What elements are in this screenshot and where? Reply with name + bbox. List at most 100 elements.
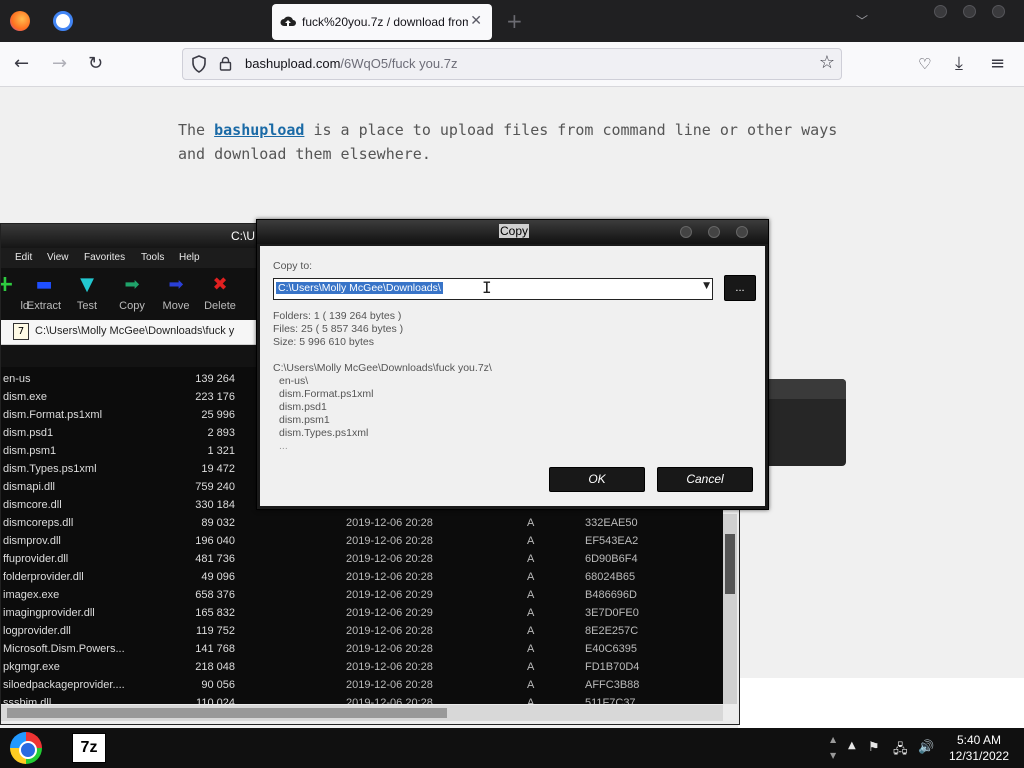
file-name: dismcore.dll bbox=[3, 499, 62, 511]
file-attributes: A bbox=[527, 517, 535, 529]
copy-to-path-value: C:\Users\Molly McGee\Downloads\ bbox=[276, 282, 443, 294]
file-attributes: A bbox=[527, 571, 535, 583]
move-button[interactable]: ➡ Move bbox=[152, 274, 200, 318]
file-size: 1 321 bbox=[207, 445, 235, 457]
taskbar: 7z ▲ ▼ ▲ ⚑ 🖧 🔊 5:40 AM 12/31/2022 bbox=[0, 728, 1024, 768]
copy-dialog-title: Copy bbox=[499, 224, 530, 238]
reload-icon[interactable]: ↻ bbox=[88, 53, 103, 74]
copy-button[interactable]: ➡ Copy bbox=[108, 274, 156, 318]
delete-button[interactable]: ✖ Delete bbox=[196, 274, 244, 318]
archive-icon: 7 bbox=[13, 323, 29, 340]
file-name: pkgmgr.exe bbox=[3, 661, 60, 673]
forward-icon[interactable]: → bbox=[52, 53, 67, 74]
file-attributes: A bbox=[527, 625, 535, 637]
table-row[interactable]: folderprovider.dll 49 096 2019-12-06 20:28… bbox=[1, 568, 723, 586]
horizontal-scroll-thumb[interactable] bbox=[7, 708, 447, 718]
file-name: dismprov.dll bbox=[3, 535, 61, 547]
url-text[interactable]: bashupload.com/6WqO5/fuck you.7z bbox=[245, 56, 457, 71]
menu-icon[interactable]: ≡ bbox=[990, 53, 1005, 74]
file-name: dism.psd1 bbox=[3, 427, 54, 439]
file-modified: 2019-12-06 20:29 bbox=[346, 589, 433, 601]
url-domain: bashupload.com bbox=[245, 56, 341, 71]
table-row[interactable]: Microsoft.Dism.Powers... 141 768 2019-12-0… bbox=[1, 640, 723, 658]
extract-button[interactable]: ▬ Extract bbox=[20, 274, 68, 318]
file-name: dism.psm1 bbox=[3, 445, 57, 457]
file-crc: FD1B70D4 bbox=[585, 661, 640, 673]
file-size: 19 472 bbox=[201, 463, 235, 475]
tab-close-icon[interactable]: ✕ bbox=[470, 13, 482, 29]
back-icon[interactable]: ← bbox=[14, 53, 29, 74]
firefox-icon[interactable] bbox=[10, 11, 30, 31]
vertical-scroll-thumb[interactable] bbox=[725, 534, 735, 594]
table-row[interactable]: siloedpackageprovider.... 90 056 2019-12-0… bbox=[1, 676, 723, 694]
page-description: The bashupload is a place to upload file… bbox=[178, 118, 858, 166]
page-white-area bbox=[738, 678, 1024, 728]
pocket-icon[interactable]: ♡ bbox=[918, 55, 931, 73]
window-maximize-button[interactable] bbox=[963, 5, 976, 18]
cancel-button[interactable]: Cancel bbox=[657, 467, 753, 492]
browse-button[interactable]: ... bbox=[724, 275, 756, 301]
menu-view[interactable]: View bbox=[47, 252, 69, 263]
menu-edit[interactable]: Edit bbox=[15, 252, 32, 263]
copy-dialog-titlebar[interactable]: Copy bbox=[257, 220, 768, 244]
dialog-minimize-button[interactable] bbox=[680, 226, 692, 238]
copy-to-path-input[interactable]: C:\Users\Molly McGee\Downloads\ ▼ bbox=[273, 278, 713, 300]
menu-tools[interactable]: Tools bbox=[141, 252, 164, 263]
file-modified: 2019-12-06 20:29 bbox=[346, 607, 433, 619]
file-name: dismapi.dll bbox=[3, 481, 55, 493]
dialog-maximize-button[interactable] bbox=[708, 226, 720, 238]
action-center-flag-icon[interactable]: ⚑ bbox=[868, 740, 880, 755]
file-attributes: A bbox=[527, 535, 535, 547]
file-modified: 2019-12-06 20:28 bbox=[346, 553, 433, 565]
lock-icon[interactable] bbox=[219, 56, 232, 71]
url-bar[interactable]: bashupload.com/6WqO5/fuck you.7z ☆ bbox=[182, 48, 842, 80]
table-row[interactable]: dismprov.dll 196 040 2019-12-06 20:28 A EF54… bbox=[1, 532, 723, 550]
menu-help[interactable]: Help bbox=[179, 252, 200, 263]
bashupload-link[interactable]: bashupload bbox=[214, 121, 304, 139]
table-row[interactable]: pkgmgr.exe 218 048 2019-12-06 20:28 A FD1B70… bbox=[1, 658, 723, 676]
file-size: 165 832 bbox=[195, 607, 235, 619]
file-size: 89 032 bbox=[201, 517, 235, 529]
shield-icon[interactable] bbox=[191, 55, 207, 73]
table-row[interactable]: sssbim.dll 110 024 2019-12-06 20:28 A 511F7C… bbox=[1, 694, 723, 704]
start-button[interactable] bbox=[6, 731, 48, 765]
file-size: 196 040 bbox=[195, 535, 235, 547]
downloads-icon[interactable]: ⤓ bbox=[955, 53, 963, 74]
file-size: 110 024 bbox=[196, 697, 235, 704]
file-name: dism.exe bbox=[3, 391, 48, 403]
table-row[interactable]: imagex.exe 658 376 2019-12-06 20:29 A B48669… bbox=[1, 586, 723, 604]
extract-label: Extract bbox=[26, 300, 62, 312]
7zip-taskbar-icon[interactable]: 7z bbox=[72, 733, 106, 763]
file-name: en-us bbox=[3, 373, 31, 385]
test-label: Test bbox=[76, 300, 98, 312]
menu-favorites[interactable]: Favorites bbox=[84, 252, 125, 263]
file-list-vertical-scrollbar[interactable] bbox=[723, 514, 737, 704]
bookmark-star-icon[interactable]: ☆ bbox=[819, 52, 835, 73]
google-icon[interactable] bbox=[53, 11, 73, 31]
ok-button[interactable]: OK bbox=[549, 467, 645, 492]
test-button[interactable]: ▼ Test bbox=[63, 274, 111, 318]
taskbar-clock[interactable]: 5:40 AM 12/31/2022 bbox=[942, 732, 1016, 764]
file-list-horizontal-scrollbar[interactable] bbox=[1, 705, 723, 721]
dialog-close-button[interactable] bbox=[736, 226, 748, 238]
table-row[interactable]: imagingprovider.dll 165 832 2019-12-06 20:… bbox=[1, 604, 723, 622]
browser-tab-active[interactable]: fuck%20you.7z / download from ✕ bbox=[272, 4, 492, 40]
taskbar-scroll-icon[interactable]: ▲ ▼ bbox=[830, 732, 838, 764]
tab-list-chevron-icon[interactable]: ﹀ bbox=[856, 12, 868, 29]
clock-time: 5:40 AM bbox=[956, 733, 1002, 747]
file-crc: 511F7C37 bbox=[585, 697, 636, 704]
dropdown-arrow-icon[interactable]: ▼ bbox=[703, 281, 710, 291]
move-icon: ➡ bbox=[168, 274, 184, 295]
table-row[interactable]: logprovider.dll 119 752 2019-12-06 20:28 A 8… bbox=[1, 622, 723, 640]
window-close-button[interactable] bbox=[992, 5, 1005, 18]
table-row[interactable]: ffuprovider.dll 481 736 2019-12-06 20:28 A 6… bbox=[1, 550, 723, 568]
clock-date: 12/31/2022 bbox=[948, 749, 1010, 763]
new-tab-button[interactable]: + bbox=[506, 9, 523, 33]
window-minimize-button[interactable] bbox=[934, 5, 947, 18]
network-icon[interactable]: 🖧 bbox=[893, 740, 908, 762]
file-attributes: A bbox=[527, 661, 535, 673]
show-hidden-icons-icon[interactable]: ▲ bbox=[848, 740, 856, 751]
volume-icon[interactable]: 🔊 bbox=[918, 740, 934, 755]
table-row[interactable]: dismcoreps.dll 89 032 2019-12-06 20:28 A 332… bbox=[1, 514, 723, 532]
file-size: 218 048 bbox=[195, 661, 235, 673]
